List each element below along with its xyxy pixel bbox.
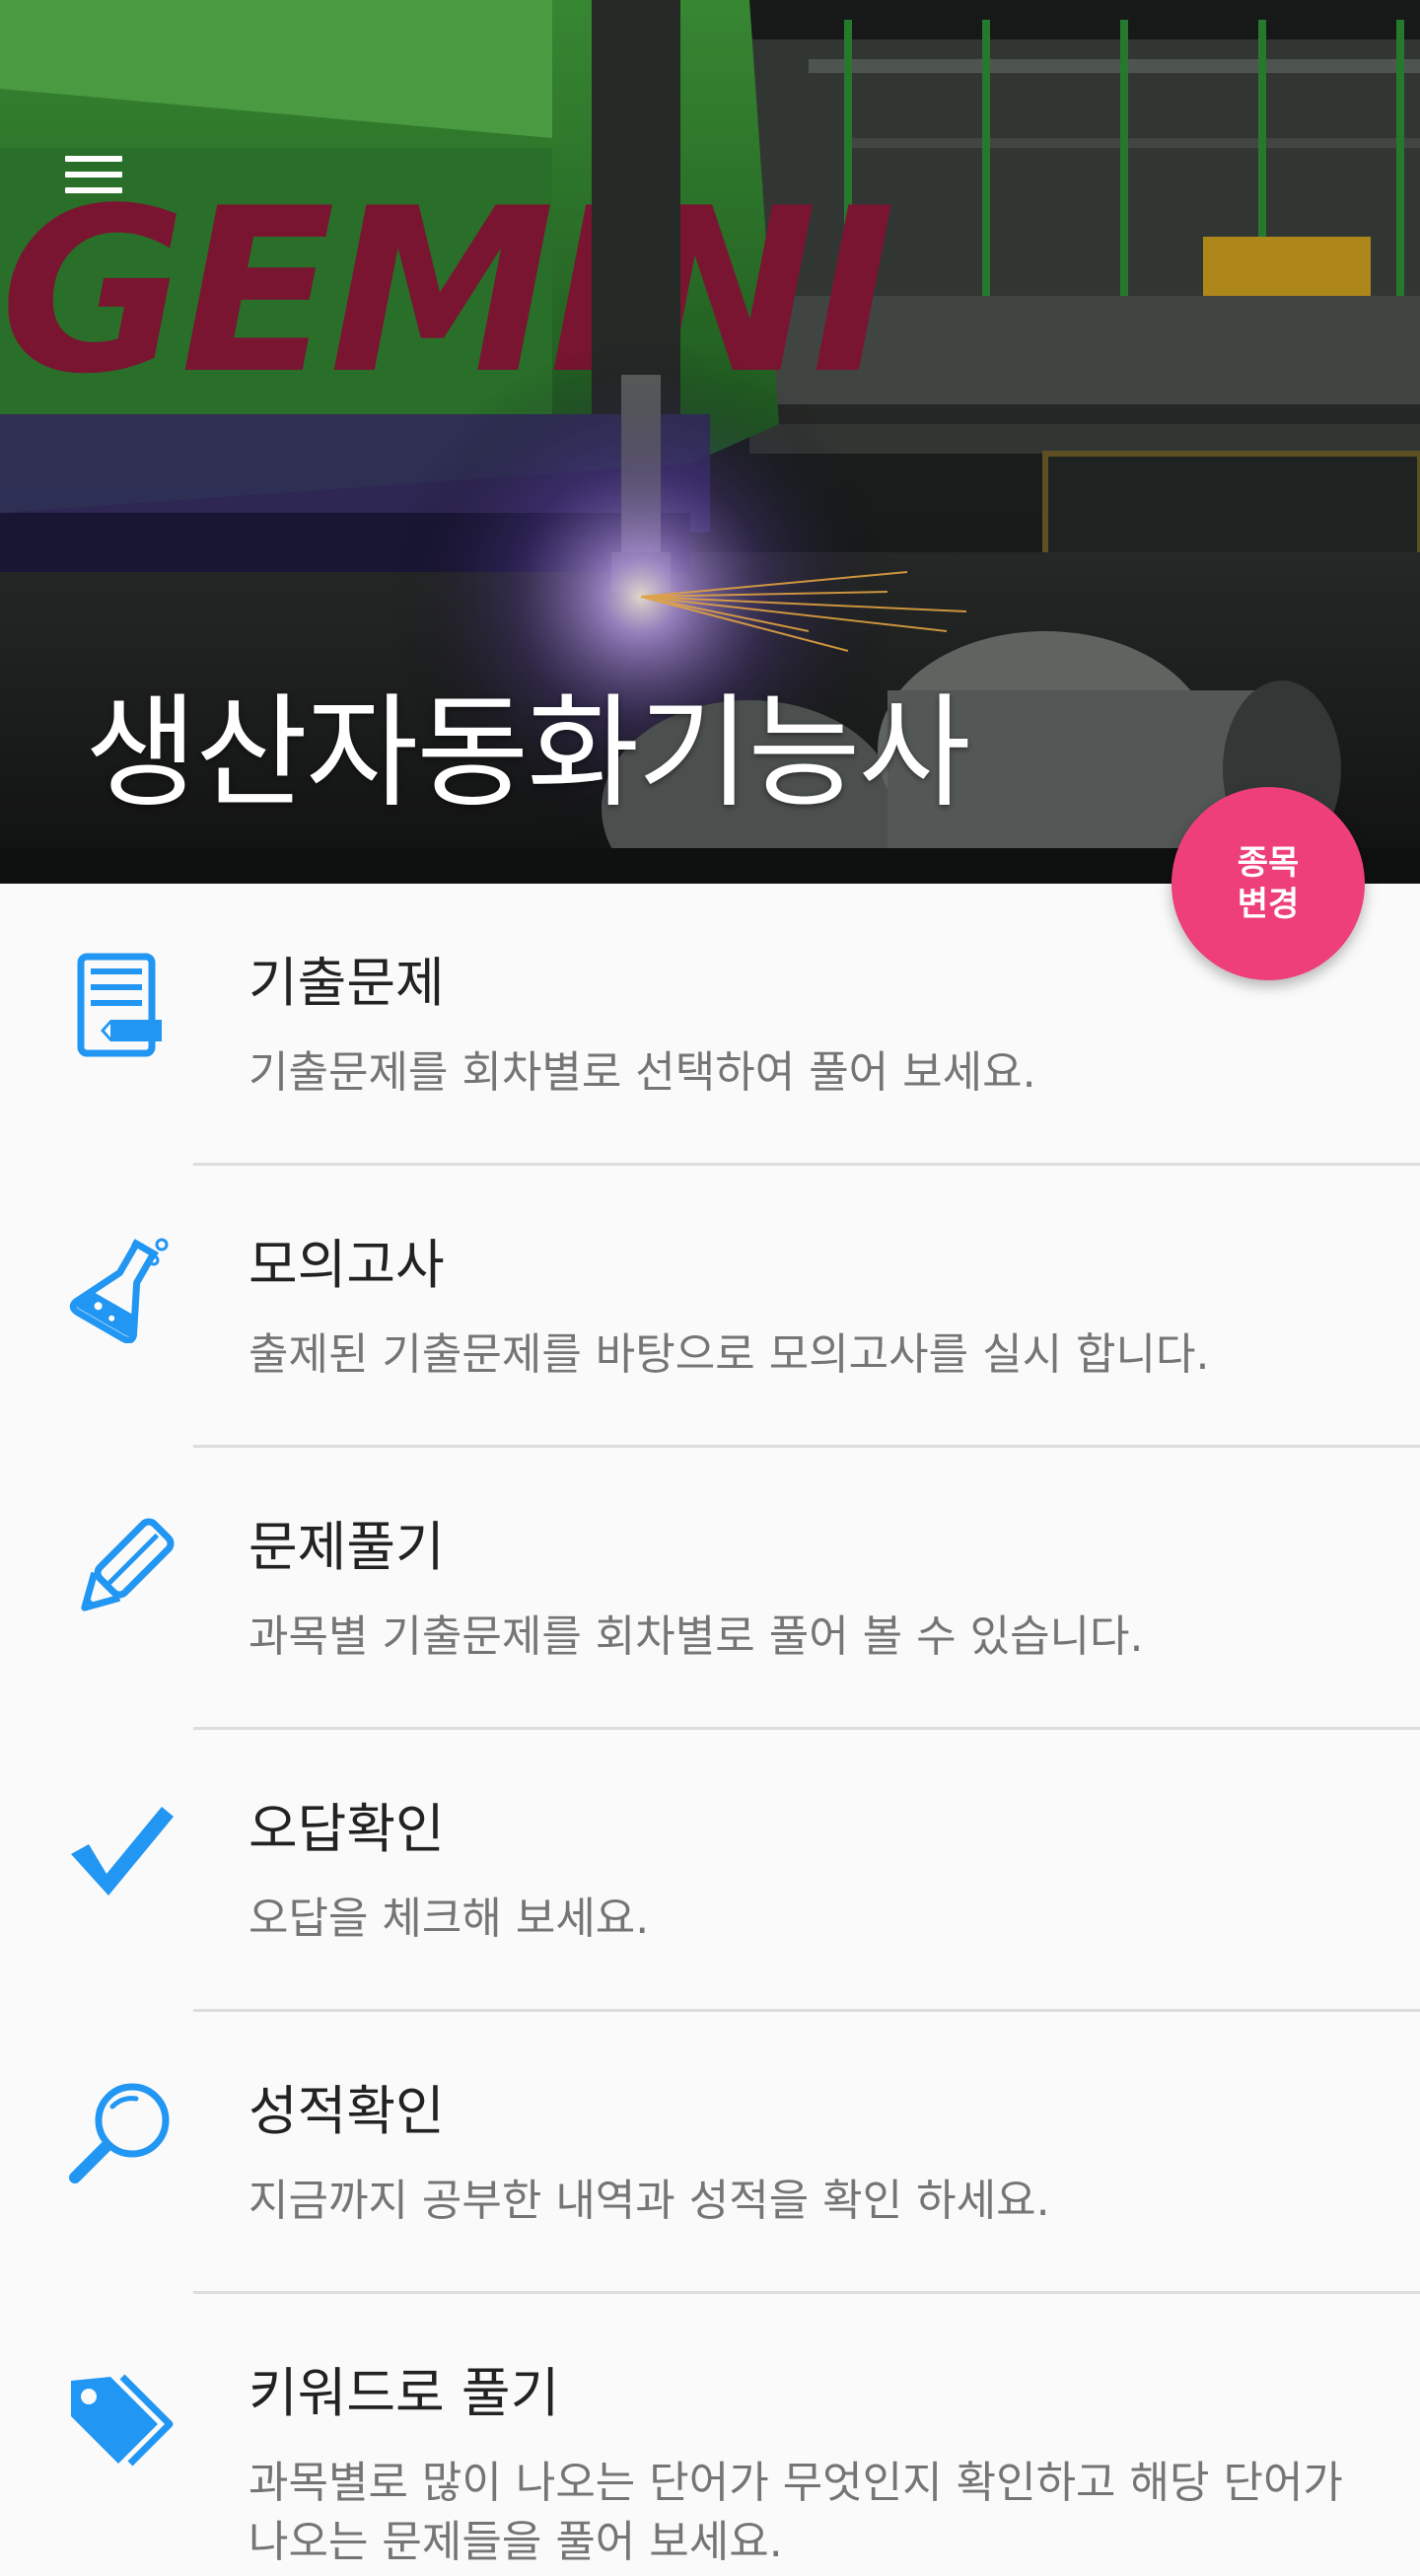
menu-item-title: 모의고사 <box>248 1234 445 1296</box>
menu-item-title: 성적확인 <box>248 2080 445 2142</box>
hero-banner: GEMINI 생산자동화기능사 <box>0 0 1420 884</box>
menu-item-description: 지금까지 공부한 내역과 성적을 확인 하세요. <box>248 2176 1050 2226</box>
document-icon <box>77 953 162 1057</box>
menu-item-description: 오답을 체크해 보세요. <box>248 1894 650 1944</box>
menu-item-keyword-solve[interactable]: 키워드로 풀기 과목별로 많이 나오는 단어가 무엇인지 확인하고 해당 단어가… <box>0 2294 1420 2576</box>
menu-item-grades[interactable]: 성적확인 지금까지 공부한 내역과 성적을 확인 하세요. <box>0 2012 1420 2294</box>
tag-icon <box>71 2374 174 2467</box>
menu-item-description: 기출문제를 회차별로 선택하여 풀어 보세요. <box>248 1047 1036 1098</box>
flask-icon <box>69 1238 169 1343</box>
change-subject-label: 종목 변경 <box>1237 843 1300 924</box>
menu-item-solve-problems[interactable]: 문제풀기 과목별 기출문제를 회차별로 풀어 볼 수 있습니다. <box>0 1448 1420 1730</box>
menu-item-description: 과목별 기출문제를 회차별로 풀어 볼 수 있습니다. <box>248 1611 1144 1662</box>
page-title: 생산자동화기능사 <box>85 682 971 824</box>
menu-item-title: 문제풀기 <box>248 1516 445 1578</box>
menu-item-mock-test[interactable]: 모의고사 출제된 기출문제를 바탕으로 모의고사를 실시 합니다. <box>0 1166 1420 1448</box>
menu-item-title: 기출문제 <box>248 952 445 1014</box>
menu-item-title: 키워드로 풀기 <box>248 2362 560 2424</box>
menu-item-description: 출제된 기출문제를 바탕으로 모의고사를 실시 합니다. <box>248 1329 1210 1380</box>
menu-item-title: 오답확인 <box>248 1798 445 1860</box>
change-subject-button[interactable]: 종목 변경 <box>1172 787 1365 980</box>
menu-item-wrong-answers[interactable]: 오답확인 오답을 체크해 보세요. <box>0 1730 1420 2012</box>
menu-item-description: 과목별로 많이 나오는 단어가 무엇인지 확인하고 해당 단어가 나오는 문제들… <box>248 2458 1343 2567</box>
menu-list: 기출문제 기출문제를 회차별로 선택하여 풀어 보세요. 모의고사 출제된 기출… <box>0 884 1420 2576</box>
pencil-icon <box>81 1518 175 1611</box>
check-icon <box>71 1807 174 1896</box>
magnifier-icon <box>69 2083 170 2183</box>
hamburger-menu-icon[interactable] <box>55 148 134 211</box>
